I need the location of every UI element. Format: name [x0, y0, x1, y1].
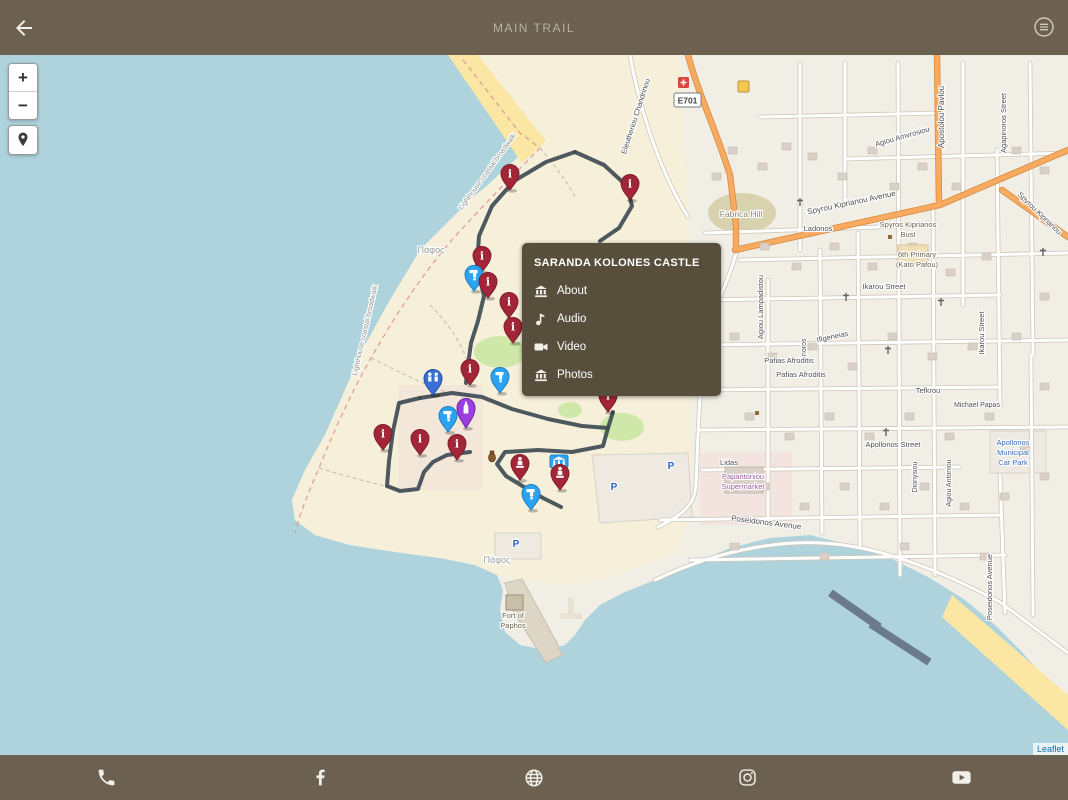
map-label: P [611, 482, 618, 493]
map-label: Supermarket [722, 482, 766, 491]
svg-text:i: i [486, 276, 490, 289]
facebook-link[interactable] [214, 755, 428, 800]
map-label: Πάφος [484, 555, 512, 565]
zoom-out-button[interactable]: − [9, 91, 37, 119]
menu-button[interactable] [1032, 15, 1056, 39]
zoom-in-button[interactable]: + [9, 64, 37, 91]
instagram-link[interactable] [641, 755, 855, 800]
globe-icon [525, 768, 543, 787]
svg-text:i: i [455, 438, 459, 451]
map-label: Πάφος [418, 245, 446, 255]
youtube-icon [952, 771, 971, 784]
phone-link[interactable] [0, 755, 214, 800]
map-label: Paphos [500, 621, 526, 630]
e701-shield: E701 [673, 92, 702, 108]
website-link[interactable] [427, 755, 641, 800]
video-icon [534, 343, 548, 351]
locate-button[interactable] [8, 125, 38, 155]
arrow-left-icon [16, 20, 32, 36]
map-label: Agiou Antoniou [946, 459, 953, 506]
map-popup: SARANDA KOLONES CASTLE About Audio Video [522, 243, 721, 396]
map-label: Ikarou Street [863, 282, 907, 291]
popup-item-about[interactable]: About [534, 284, 709, 298]
map-label: Fabrica Hill [720, 209, 763, 219]
svg-text:E701: E701 [678, 96, 698, 106]
zoom-control: + − [8, 63, 38, 120]
phone-icon [98, 769, 115, 786]
svg-text:i: i [418, 433, 422, 446]
map-label: Pafias Afroditis [776, 370, 826, 379]
map-label: Ladonos [804, 224, 833, 233]
svg-text:i: i [480, 250, 484, 263]
popup-title: SARANDA KOLONES CASTLE [534, 257, 700, 269]
popup-item-label: Audio [557, 313, 587, 325]
map-label: Car Park [998, 458, 1028, 467]
popup-item-video[interactable]: Video [534, 340, 709, 354]
map-canvas[interactable]: E701 Eleutheriou Chandrinou Apostolou Pav… [0, 55, 1068, 755]
popup-item-photos[interactable]: Photos [534, 368, 709, 382]
svg-text:i: i [508, 168, 512, 181]
map-label: Pafias Afroditis [764, 356, 814, 365]
popup-item-label: Video [557, 341, 587, 353]
map-label: Apollonos Street [865, 440, 921, 449]
hotel-icon [737, 80, 750, 93]
map-label: Apollonos [997, 438, 1030, 447]
app-bar: MAIN TRAIL [0, 0, 1068, 55]
map-label: Municipal [997, 448, 1029, 457]
svg-text:i: i [511, 321, 515, 334]
museum-icon [535, 285, 547, 298]
social-bar [0, 755, 1068, 800]
photos-icon [535, 369, 547, 382]
map-label: Fort of [502, 611, 525, 620]
map-pin-icon [18, 132, 28, 146]
leaflet-attribution[interactable]: Leaflet [1032, 743, 1068, 755]
facebook-icon [316, 769, 325, 786]
map-label: (Kato Pafou) [896, 260, 939, 269]
map-label: Lidas [720, 458, 738, 467]
page-title: MAIN TRAIL [492, 20, 576, 35]
popup-item-label: About [557, 285, 588, 297]
svg-text:i: i [381, 428, 385, 441]
map-label: Tefkrou [916, 386, 941, 395]
map-label: Apostolou Pavlou [937, 86, 946, 148]
map-label: Agiou Lampadistou [756, 275, 765, 339]
hospital-icon [678, 77, 689, 88]
map-label: Spyros Kiprianos [880, 220, 937, 229]
map-label: Papantoniou [722, 472, 764, 481]
popup-item-label: Photos [557, 369, 593, 381]
music-icon [536, 313, 545, 326]
map-label: P [668, 461, 675, 472]
svg-text:i: i [468, 363, 472, 376]
popup-item-audio[interactable]: Audio [534, 312, 709, 326]
map-label: 6th Primary [898, 250, 937, 259]
instagram-icon [739, 769, 756, 786]
map-label: Michael Papas [954, 402, 1000, 409]
youtube-link[interactable] [854, 755, 1068, 800]
map-label: P [513, 539, 520, 550]
map-container[interactable]: E701 Eleutheriou Chandrinou Apostolou Pav… [0, 55, 1068, 755]
svg-text:i: i [628, 178, 632, 191]
map-label: Poseidonos Avenue [985, 554, 994, 620]
map-label: Bust [900, 230, 916, 239]
svg-text:i: i [507, 296, 511, 309]
map-label: Dionysiou [912, 462, 919, 493]
back-button[interactable] [12, 16, 36, 40]
map-label: Ikarou Street [977, 311, 986, 355]
circle-menu-icon [1034, 17, 1054, 37]
map-label: Agapinoros Street [999, 92, 1008, 153]
